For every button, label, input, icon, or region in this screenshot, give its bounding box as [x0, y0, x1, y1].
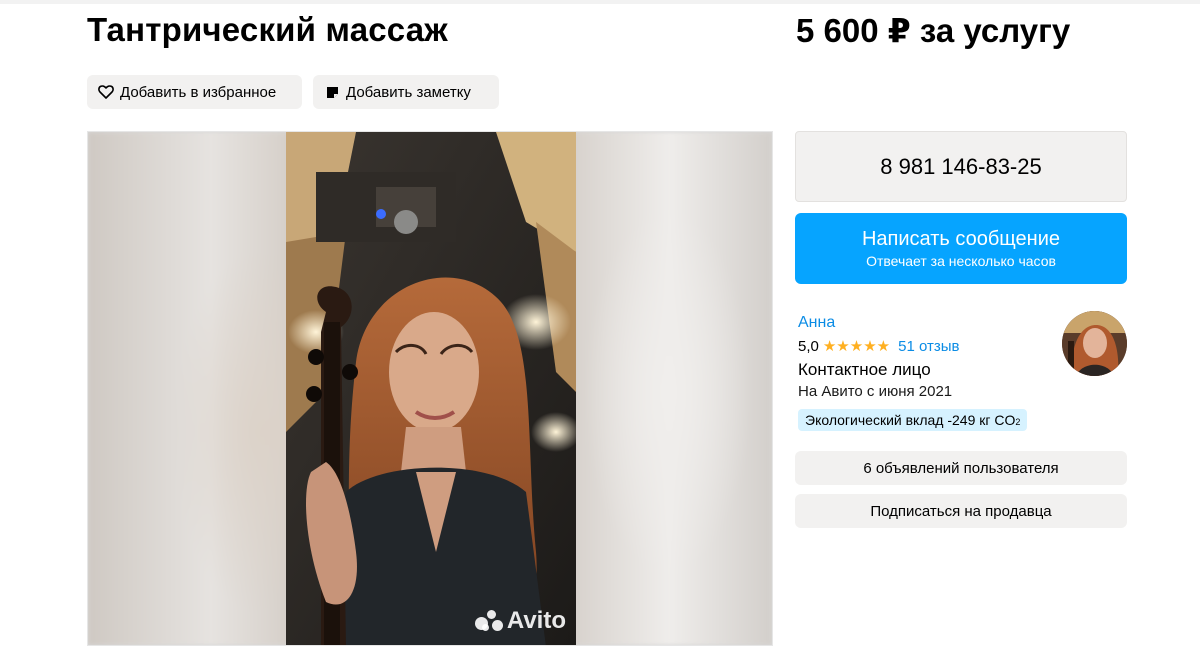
- add-to-favorites-button[interactable]: Добавить в избранное: [87, 75, 302, 109]
- add-note-label: Добавить заметку: [346, 83, 471, 101]
- eco-contribution-text: Экологический вклад -249 кг CO: [805, 412, 1016, 428]
- rating-value: 5,0: [798, 337, 819, 355]
- add-to-favorites-label: Добавить в избранное: [120, 83, 277, 101]
- seller-name-link[interactable]: Анна: [798, 314, 835, 332]
- eco-contribution-badge[interactable]: Экологический вклад -249 кг CO2: [798, 409, 1028, 431]
- watermark-text: Avito: [506, 607, 566, 634]
- subscribe-seller-label: Подписаться на продавца: [870, 502, 1052, 520]
- rating-stars-icon: ★★★★★: [822, 338, 891, 355]
- add-note-button[interactable]: Добавить заметку: [313, 75, 499, 109]
- note-icon: [323, 83, 341, 101]
- eco-contribution-subscript: 2: [1015, 417, 1021, 427]
- seller-since: На Авито с июня 2021: [798, 383, 953, 400]
- avito-logo-icon: [474, 609, 505, 633]
- top-divider: [0, 0, 1200, 4]
- write-message-button[interactable]: Написать сообщение Отвечает за несколько…: [795, 213, 1127, 284]
- seller-role: Контактное лицо: [798, 360, 931, 379]
- write-message-label: Написать сообщение: [861, 228, 1060, 250]
- user-ads-label: 6 объявлений пользователя: [863, 459, 1059, 477]
- reviews-link[interactable]: 51 отзыв: [898, 338, 959, 355]
- listing-title: Тантрический массаж: [87, 11, 448, 48]
- phone-number: 8 981 146-83-25: [880, 153, 1042, 179]
- avito-watermark: Avito: [474, 607, 566, 635]
- show-phone-button[interactable]: 8 981 146-83-25: [795, 131, 1127, 202]
- photo-gallery[interactable]: Avito: [87, 131, 773, 646]
- response-time-label: Отвечает за несколько часов: [866, 253, 1056, 269]
- listing-photo[interactable]: Avito: [286, 132, 576, 645]
- seller-avatar[interactable]: [1062, 311, 1127, 376]
- seller-rating: 5,0 ★★★★★ 51 отзыв: [798, 337, 959, 356]
- subscribe-seller-button[interactable]: Подписаться на продавца: [795, 494, 1127, 528]
- listing-page: Тантрический массаж 5 600 ₽ за услугу До…: [0, 0, 1200, 665]
- heart-outline-icon: [97, 83, 115, 101]
- user-ads-button[interactable]: 6 объявлений пользователя: [795, 451, 1127, 485]
- listing-price: 5 600 ₽ за услугу: [796, 12, 1071, 49]
